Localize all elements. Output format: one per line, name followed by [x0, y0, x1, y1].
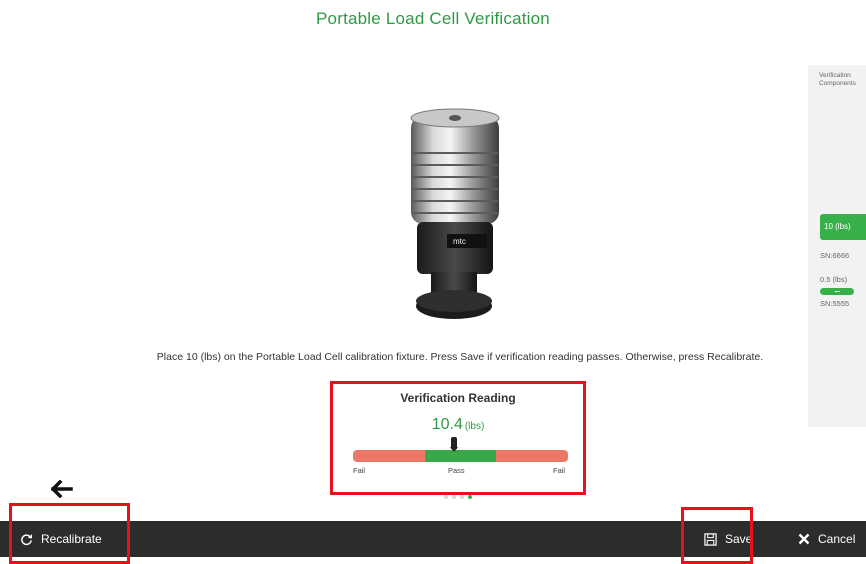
reading-value: 10.4 (lbs) [330, 416, 586, 434]
pager-dot[interactable] [444, 495, 448, 499]
back-arrow-icon[interactable] [51, 480, 73, 498]
reading-number: 10.4 [431, 416, 463, 433]
reading-heading: Verification Reading [400, 391, 516, 405]
reading-unit: (lbs) [464, 421, 485, 432]
gauge-label-fail-right: Fail [553, 466, 566, 475]
pager-dot[interactable] [460, 495, 464, 499]
instruction-text: Place 10 (lbs) on the Portable Load Cell… [156, 351, 764, 363]
recalibrate-highlight-frame [9, 503, 130, 564]
pager-dot[interactable] [468, 495, 472, 499]
component-serial: SN:6666 [820, 251, 850, 260]
load-cell-image: mtc [410, 108, 500, 319]
gauge-pass-zone [425, 450, 496, 462]
cancel-button[interactable]: Cancel [798, 521, 855, 557]
component-chip-10lbs[interactable]: 10 (lbs) [820, 214, 866, 240]
device-logo: mtc [453, 237, 466, 246]
gauge-needle [450, 437, 459, 452]
gauge-fail-zone-right [496, 450, 568, 462]
pager-dots[interactable] [330, 486, 586, 499]
component-weight-label: 0.5 (lbs) [820, 275, 848, 284]
save-highlight-frame [681, 507, 753, 564]
cancel-label: Cancel [818, 532, 856, 546]
gauge-label-fail-left: Fail [353, 466, 366, 475]
verification-components-panel: Verification Components 10 (lbs) SN:6666… [808, 65, 866, 427]
pass-fail-gauge [353, 437, 568, 462]
close-icon [798, 533, 810, 545]
side-panel-header: Verification Components [819, 72, 856, 87]
verification-reading-card: Verification Reading 10.4 (lbs) Fail Pass… [330, 381, 586, 499]
page-title: Portable Load Cell Verification [316, 9, 550, 28]
gauge-fail-zone-left [353, 450, 425, 462]
component-chip-0-5lbs[interactable] [820, 288, 854, 295]
component-serial: SN:5555 [820, 299, 850, 308]
gauge-label-pass: Pass [448, 466, 465, 475]
pager-dot[interactable] [452, 495, 456, 499]
